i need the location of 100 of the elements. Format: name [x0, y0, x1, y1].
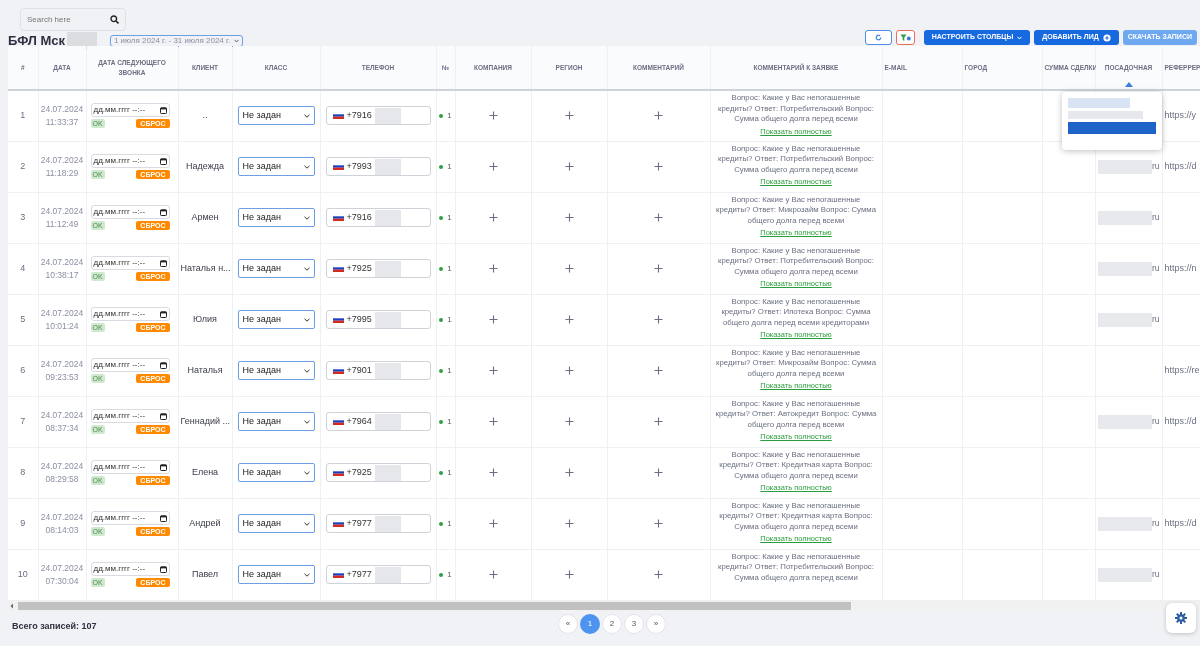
- chevron-down-icon: [303, 572, 310, 577]
- client-name: Геннадий ...: [180, 415, 231, 426]
- status-dot-icon: [439, 470, 444, 475]
- date-field[interactable]: дд.мм.гггг --:--: [90, 562, 170, 576]
- plus-icon[interactable]: [654, 314, 663, 324]
- page-button[interactable]: 3: [624, 613, 644, 634]
- plus-icon[interactable]: [654, 365, 663, 375]
- settings-button[interactable]: [1166, 602, 1196, 633]
- plus-icon[interactable]: [488, 111, 498, 121]
- class-select[interactable]: Не задан: [237, 106, 315, 126]
- date-field[interactable]: дд.мм.гггг --:--: [90, 256, 170, 270]
- scroll-left-icon[interactable]: [8, 601, 16, 610]
- row-number: 4: [20, 262, 26, 273]
- class-select[interactable]: Не задан: [237, 412, 315, 431]
- phone-field[interactable]: +7993: [325, 157, 431, 176]
- calendar-icon: [159, 157, 167, 165]
- date-field[interactable]: дд.мм.гггг --:--: [90, 307, 170, 321]
- plus-icon[interactable]: [564, 263, 574, 273]
- row-number: 7: [20, 415, 26, 426]
- page-button[interactable]: «: [558, 613, 578, 634]
- chevron-down-icon: [303, 164, 310, 169]
- phone-field[interactable]: +7995: [325, 310, 431, 329]
- phone-field[interactable]: +7977: [325, 565, 431, 584]
- date-text: 24.07.2024: [40, 357, 84, 371]
- page-button[interactable]: 2: [602, 613, 622, 634]
- plus-icon[interactable]: [654, 518, 663, 528]
- plus-icon[interactable]: [564, 365, 574, 375]
- russia-flag-icon: [332, 469, 344, 476]
- plus-icon[interactable]: [488, 569, 498, 579]
- date-text: 24.07.2024: [40, 255, 84, 269]
- page-button[interactable]: »: [646, 613, 666, 634]
- class-select[interactable]: Не задан: [237, 259, 315, 278]
- class-select[interactable]: Не задан: [237, 310, 315, 329]
- plus-icon[interactable]: [488, 416, 498, 426]
- date-field[interactable]: дд.мм.гггг --:--: [90, 103, 170, 118]
- date-field[interactable]: дд.мм.гггг --:--: [90, 409, 170, 423]
- plus-icon[interactable]: [564, 518, 574, 528]
- referrer-url: https://d: [1164, 160, 1197, 171]
- plus-icon[interactable]: [488, 365, 498, 375]
- plus-icon[interactable]: [488, 263, 498, 273]
- plus-icon[interactable]: [654, 161, 663, 171]
- plus-icon[interactable]: [654, 416, 663, 426]
- plus-icon[interactable]: [564, 212, 574, 222]
- date-text: 24.07.2024: [40, 153, 84, 167]
- class-select[interactable]: Не задан: [237, 157, 315, 176]
- plus-icon[interactable]: [488, 518, 498, 528]
- class-select[interactable]: Не задан: [237, 361, 315, 380]
- plus-icon[interactable]: [564, 416, 574, 426]
- count-text: 1: [447, 568, 452, 581]
- date-field[interactable]: дд.мм.гггг --:--: [90, 460, 170, 474]
- landing-url: ru: [1151, 313, 1160, 326]
- plus-icon[interactable]: [488, 467, 498, 477]
- plus-icon[interactable]: [488, 161, 498, 171]
- plus-icon[interactable]: [564, 161, 574, 171]
- phone-field[interactable]: +7925: [325, 259, 431, 278]
- class-select[interactable]: Не задан: [237, 514, 315, 533]
- class-select[interactable]: Не задан: [237, 565, 315, 584]
- landing-url: ru: [1151, 415, 1160, 428]
- redaction-block: [66, 31, 97, 50]
- time-text: 11:12:49: [44, 217, 80, 231]
- plus-icon[interactable]: [654, 111, 663, 121]
- count-text: 1: [447, 109, 452, 122]
- row-number: 8: [20, 466, 26, 477]
- plus-icon[interactable]: [654, 569, 663, 579]
- row-number: 5: [20, 313, 26, 324]
- chevron-down-icon: [303, 470, 310, 475]
- class-select[interactable]: Не задан: [237, 208, 315, 227]
- phone-field[interactable]: +7925: [325, 463, 431, 482]
- date-text: 24.07.2024: [40, 510, 84, 524]
- search-field[interactable]: Search here: [20, 8, 126, 31]
- sort-ascending-icon[interactable]: [1124, 82, 1133, 87]
- chevron-down-icon: [303, 113, 310, 118]
- plus-icon[interactable]: [564, 111, 574, 121]
- page-button[interactable]: 1: [580, 613, 600, 634]
- chevron-down-icon: [303, 317, 310, 322]
- date-field[interactable]: дд.мм.гггг --:--: [90, 358, 170, 372]
- class-select[interactable]: Не задан: [237, 463, 315, 482]
- referrer-url: https://y: [1164, 110, 1196, 120]
- filter-button[interactable]: [895, 30, 915, 45]
- plus-icon[interactable]: [564, 569, 574, 579]
- popup-menu[interactable]: [1062, 92, 1162, 150]
- plus-icon[interactable]: [564, 467, 574, 477]
- refresh-button[interactable]: [864, 30, 892, 45]
- plus-icon[interactable]: [654, 467, 663, 477]
- phone-field[interactable]: +7977: [325, 514, 431, 533]
- plus-icon[interactable]: [654, 263, 663, 273]
- plus-icon[interactable]: [488, 314, 498, 324]
- plus-icon[interactable]: [564, 314, 574, 324]
- phone-field[interactable]: +7916: [325, 208, 431, 227]
- date-field[interactable]: дд.мм.гггг --:--: [90, 205, 170, 219]
- plus-icon[interactable]: [654, 212, 663, 222]
- chevron-down-icon: [303, 215, 310, 220]
- phone-field[interactable]: +7964: [325, 412, 431, 431]
- plus-icon[interactable]: [488, 212, 498, 222]
- date-field[interactable]: дд.мм.гггг --:--: [90, 154, 170, 168]
- horizontal-scrollbar[interactable]: [8, 600, 1200, 611]
- date-field[interactable]: дд.мм.гггг --:--: [90, 511, 170, 525]
- phone-field[interactable]: +7901: [325, 361, 431, 380]
- phone-field[interactable]: +7916: [325, 106, 431, 126]
- date-text: 24.07.2024: [40, 103, 84, 116]
